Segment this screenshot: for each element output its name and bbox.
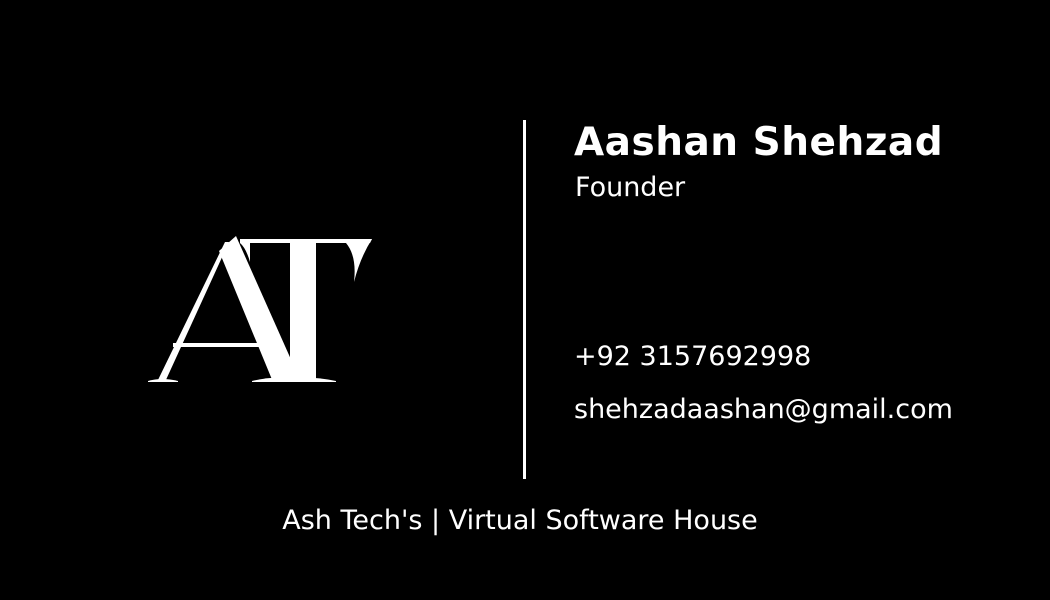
logo-t-right-serif (346, 239, 372, 282)
email-address[interactable]: shehzadaashan@gmail.com (574, 392, 953, 428)
person-role: Founder (575, 172, 686, 203)
logo-a-crossbar (173, 343, 263, 347)
business-card: Aashan Shehzad Founder +92 3157692998 sh… (0, 0, 1050, 600)
company-tagline: Ash Tech's | Virtual Software House (282, 505, 758, 536)
logo-t-stem (290, 241, 316, 381)
logo-a-right-stroke (219, 236, 301, 382)
person-name: Aashan Shehzad (574, 120, 944, 165)
logo-a-left-serif (148, 379, 178, 382)
at-monogram-logo (148, 236, 372, 382)
phone-number[interactable]: +92 3157692998 (574, 339, 811, 375)
vertical-divider (523, 120, 526, 479)
logo-a-left-stroke (157, 242, 229, 382)
